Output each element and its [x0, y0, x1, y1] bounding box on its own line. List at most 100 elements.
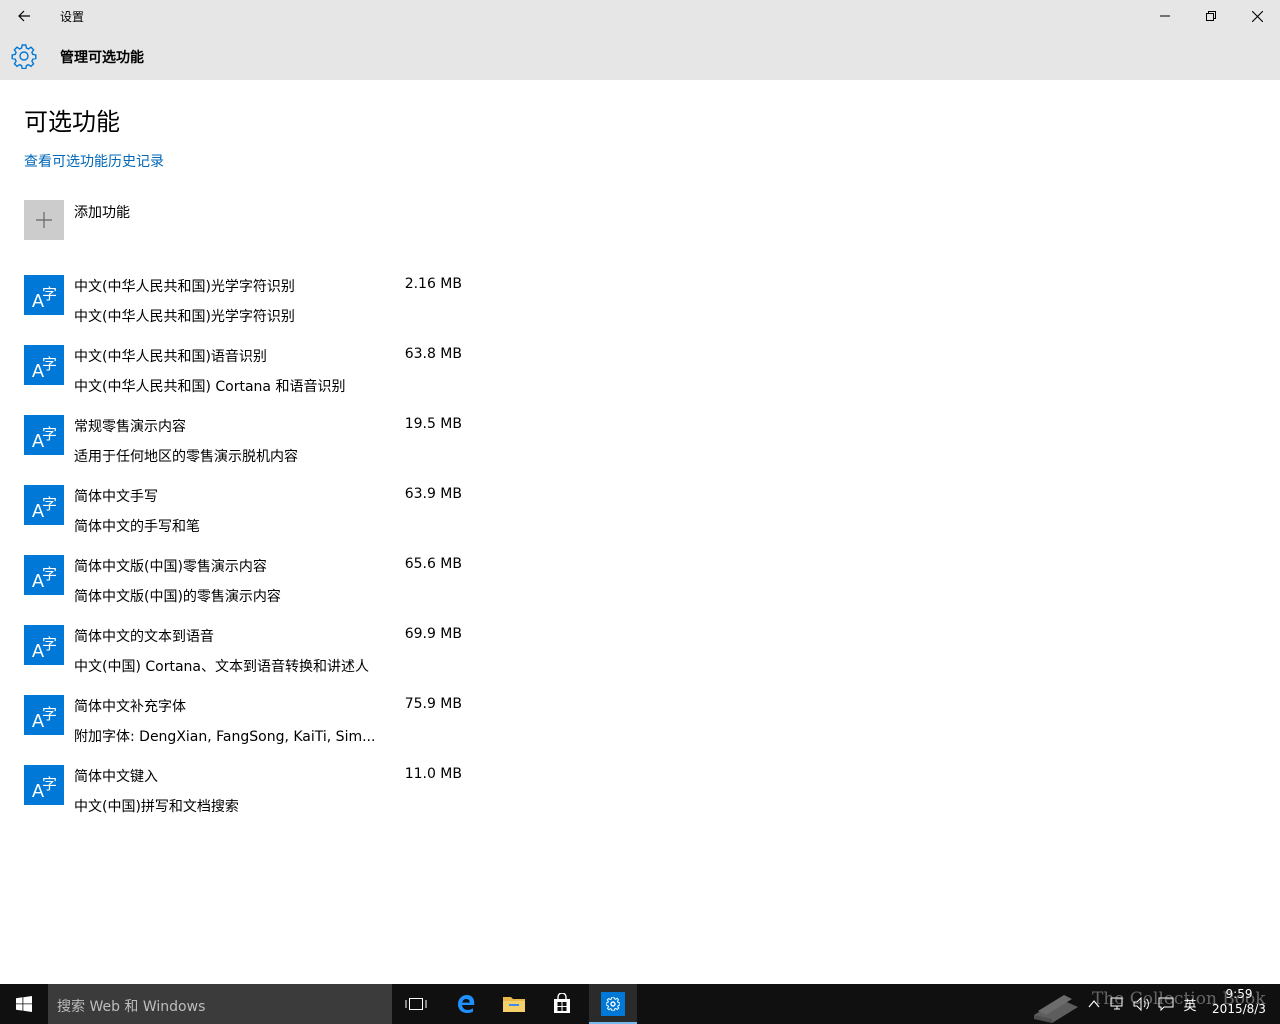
language-feature-icon: A字 [24, 765, 64, 805]
feature-list: A 字中文(中华人民共和国)光学字符识别 2.16 MB 中文(中华人民共和国)光学字… [24, 275, 484, 835]
close-icon [1251, 10, 1263, 22]
speaker-icon [1133, 997, 1149, 1011]
store-icon [554, 993, 570, 1013]
svg-text:字: 字 [42, 355, 57, 373]
language-feature-icon: A字 [24, 695, 64, 735]
feature-size: 63.8 MB [404, 346, 462, 362]
header-title: 管理可选功能 [60, 50, 144, 66]
svg-text:字: 字 [42, 775, 57, 793]
clock-time: 9:59 [1225, 987, 1253, 1001]
task-view-button[interactable] [392, 984, 440, 1024]
svg-text:字: 字 [42, 565, 57, 583]
language-icon: A字 [32, 635, 57, 661]
action-center-button[interactable] [1154, 984, 1178, 1024]
feature-size: 75.9 MB [404, 696, 462, 712]
svg-text:字: 字 [42, 635, 57, 653]
feature-name: 简体中文的文本到语音 [74, 629, 214, 645]
gear-icon [606, 997, 620, 1011]
clock[interactable]: 9:59 2015/8/3 [1206, 987, 1272, 1017]
feature-item[interactable]: A 字 简体中文版(中国)零售演示内容 65.6 MB 简体中文版(中国)的零售演示内容 [24, 555, 484, 625]
svg-text:字: 字 [42, 285, 57, 303]
restore-icon [1206, 11, 1216, 21]
add-tile[interactable] [24, 200, 64, 240]
feature-item[interactable]: A 字中文(中华人民共和国)光学字符识别 2.16 MB 中文(中华人民共和国)光学字… [24, 275, 484, 345]
taskbar: 搜索 Web 和 Windows 英 9:59 2015/8/3 [0, 984, 1280, 1024]
history-link[interactable]: 查看可选功能历史记录 [24, 151, 164, 171]
search-placeholder: 搜索 Web 和 Windows [57, 999, 206, 1015]
gear-icon [11, 44, 37, 69]
feature-description: 简体中文版(中国)的零售演示内容 [74, 589, 281, 605]
volume-button[interactable] [1130, 984, 1154, 1024]
svg-text:字: 字 [42, 705, 57, 723]
windows-logo-icon [16, 996, 32, 1012]
feature-item[interactable]: A 字 简体中文键入 11.0 MB 中文(中国)拼写和文档搜索 [24, 765, 484, 835]
feature-description: 简体中文的手写和笔 [74, 519, 200, 535]
store-button[interactable] [538, 984, 586, 1024]
feature-name: 中文(中华人民共和国)光学字符识别 [74, 279, 295, 295]
settings-app-tile [601, 992, 625, 1016]
language-icon: A字 [32, 425, 57, 451]
back-button[interactable] [8, 0, 40, 32]
feature-item[interactable]: A 字 常规零售演示内容 19.5 MB 适用于任何地区的零售演示脱机内容 [24, 415, 484, 485]
start-button[interactable] [0, 984, 48, 1024]
feature-description: 中文(中华人民共和国)光学字符识别 [74, 309, 295, 325]
svg-text:字: 字 [42, 425, 57, 443]
edge-button[interactable] [442, 984, 490, 1024]
feature-size: 69.9 MB [404, 626, 462, 642]
language-feature-icon: A字 [24, 345, 64, 385]
plus-icon [36, 212, 52, 228]
feature-description: 中文(中国)拼写和文档搜索 [74, 799, 239, 815]
language-icon: A字 [32, 355, 57, 381]
close-button[interactable] [1234, 0, 1280, 32]
language-icon: A字 [32, 775, 57, 801]
feature-size: 65.6 MB [404, 556, 462, 572]
settings-header: 管理可选功能 [0, 32, 1280, 80]
feature-item[interactable]: A 字 简体中文的文本到语音 69.9 MB 中文(中国) Cortana、文本到语音转… [24, 625, 484, 695]
language-feature-icon: A字 [24, 555, 64, 595]
feature-name: 简体中文键入 [74, 769, 158, 785]
feature-name: 简体中文补充字体 [74, 699, 186, 715]
folder-icon [503, 997, 525, 1012]
add-feature-button[interactable]: 添加功能 [24, 200, 324, 240]
language-feature-icon: A字 [24, 485, 64, 525]
file-explorer-button[interactable] [490, 984, 538, 1024]
add-feature-label: 添加功能 [74, 205, 130, 221]
title-bar: 设置 [0, 0, 1280, 32]
feature-description: 中文(中华人民共和国) Cortana 和语音识别 [74, 379, 346, 395]
minimize-icon [1160, 15, 1170, 17]
feature-name: 中文(中华人民共和国)语音识别 [74, 349, 267, 365]
minimize-button[interactable] [1142, 0, 1188, 32]
feature-item[interactable]: A 字 简体中文手写 63.9 MB 简体中文的手写和笔 [24, 485, 484, 555]
feature-size: 19.5 MB [404, 416, 462, 432]
edge-icon [458, 995, 475, 1013]
search-box[interactable]: 搜索 Web 和 Windows [48, 984, 392, 1024]
feature-description: 附加字体: DengXian, FangSong, KaiTi, Sim... [74, 729, 376, 745]
language-feature-icon: A字 [24, 275, 64, 315]
window-title: 设置 [60, 10, 85, 24]
input-indicator[interactable]: 英 [1178, 984, 1202, 1024]
feature-description: 适用于任何地区的零售演示脱机内容 [74, 449, 298, 465]
chevron-up-icon [1088, 1000, 1100, 1008]
page-title: 可选功能 [24, 108, 120, 136]
message-icon [1158, 997, 1174, 1011]
feature-name: 简体中文版(中国)零售演示内容 [74, 559, 267, 575]
feature-item[interactable]: A 字 中文(中华人民共和国)语音识别 63.8 MB 中文(中华人民共和国) Cort… [24, 345, 484, 415]
language-feature-icon: A字 [24, 415, 64, 455]
language-icon: A字 [32, 705, 57, 731]
task-view-icon [405, 998, 427, 1010]
settings-taskbar-button[interactable] [589, 984, 637, 1024]
svg-text:字: 字 [42, 495, 57, 513]
network-button[interactable] [1106, 984, 1130, 1024]
language-icon: A字 [32, 565, 57, 591]
feature-item[interactable]: A 字 简体中文补充字体 75.9 MB 附加字体: DengXian, FangSon… [24, 695, 484, 765]
language-icon: A字 [32, 495, 57, 521]
feature-description: 中文(中国) Cortana、文本到语音转换和讲述人 [74, 659, 369, 675]
clock-date: 2015/8/3 [1212, 1002, 1266, 1016]
back-arrow-icon [18, 10, 30, 22]
feature-size: 11.0 MB [404, 766, 462, 782]
feature-size: 2.16 MB [404, 276, 462, 292]
language-icon: A字 [32, 285, 57, 311]
restore-button[interactable] [1188, 0, 1234, 32]
feature-name: 简体中文手写 [74, 489, 158, 505]
show-hidden-icons-button[interactable] [1084, 984, 1104, 1024]
